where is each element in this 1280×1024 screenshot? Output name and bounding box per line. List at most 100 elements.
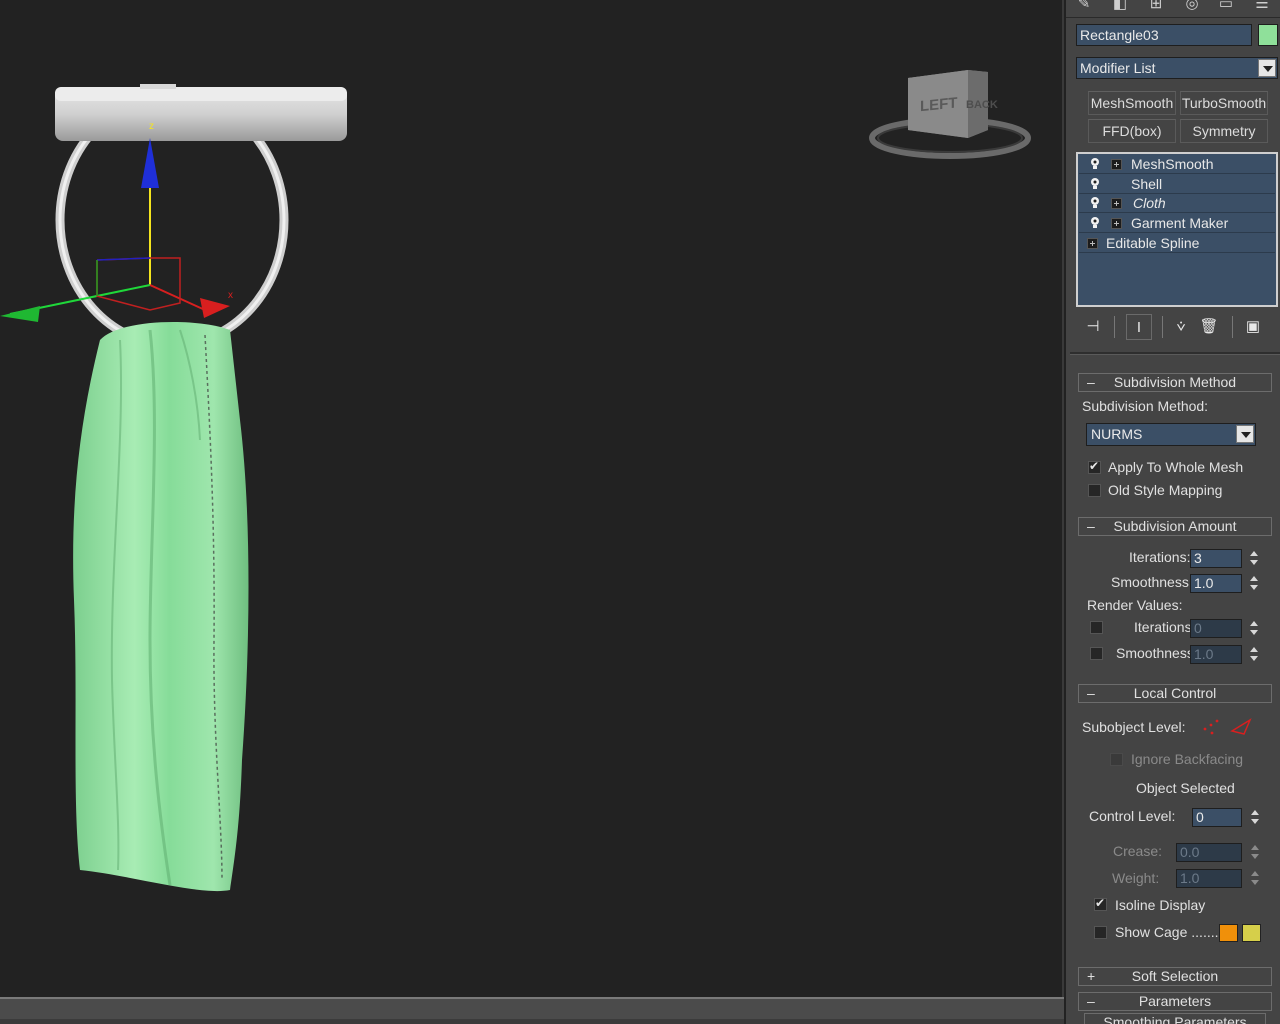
stack-item-shell[interactable]: Shell (1079, 175, 1275, 194)
viewcube-back-label: BACK (966, 99, 998, 111)
cage-selection-color-swatch[interactable] (1242, 924, 1261, 942)
stack-toolbar: ⊣ I ⩒ 🗑 ▣ (1076, 312, 1278, 342)
collapse-icon: – (1087, 374, 1095, 390)
display-tab-icon[interactable]: ▭ (1212, 0, 1240, 14)
subobject-level-label: Subobject Level: (1082, 719, 1186, 735)
viewport[interactable]: z x LEFT BACK (0, 0, 1064, 997)
rollout-subdivision-method[interactable]: – Subdivision Method (1078, 373, 1272, 392)
show-cage-checkbox[interactable] (1094, 926, 1107, 939)
collapse-icon: – (1087, 518, 1095, 534)
object-selected-status: Object Selected (1136, 780, 1235, 796)
stack-item-label: Shell (1131, 176, 1163, 192)
meshsmooth-button[interactable]: MeshSmooth (1088, 91, 1176, 115)
stack-item-label: Garment Maker (1131, 215, 1229, 231)
rollout-title: Subdivision Method (1113, 374, 1237, 390)
weight-spinner-icon[interactable] (1249, 869, 1261, 888)
dropdown-arrow-icon[interactable] (1258, 59, 1276, 77)
dropdown-arrow-icon[interactable] (1236, 425, 1254, 443)
expand-icon[interactable] (1111, 218, 1122, 229)
pin-stack-icon[interactable]: ⊣ (1080, 314, 1106, 340)
remove-modifier-icon[interactable]: 🗑 (1196, 314, 1222, 340)
crease-field[interactable]: 0.0 (1176, 843, 1242, 862)
ignore-backfacing-label: Ignore Backfacing (1131, 751, 1244, 767)
old-style-mapping-label: Old Style Mapping (1108, 482, 1223, 498)
render-iterations-spinner-icon[interactable] (1248, 619, 1260, 638)
viewport-scene: z x LEFT BACK (0, 70, 1031, 892)
isoline-display-checkbox[interactable] (1094, 896, 1107, 911)
control-level-spinner-icon[interactable] (1249, 808, 1261, 827)
configure-modifier-sets-icon[interactable]: ▣ (1240, 314, 1266, 340)
hierarchy-tab-icon[interactable]: ⊞ (1142, 0, 1170, 14)
rollout-title: Soft Selection (1131, 968, 1219, 984)
iterations-spinner-icon[interactable] (1248, 549, 1260, 568)
modifier-list-label: Modifier List (1080, 60, 1156, 76)
axis-z-label: z (149, 121, 154, 132)
iterations-field[interactable]: 3 (1190, 549, 1242, 568)
turbosmooth-button[interactable]: TurboSmooth (1180, 91, 1268, 115)
utilities-tab-icon[interactable]: ☰ (1248, 0, 1276, 14)
stack-item-garment-maker[interactable]: Garment Maker (1079, 214, 1275, 233)
subdivision-method-label: Subdivision Method: (1082, 398, 1209, 414)
rollout-title: Parameters (1138, 993, 1212, 1009)
axis-x-label: x (228, 290, 233, 301)
control-level-field[interactable]: 0 (1192, 808, 1242, 827)
rollout-soft-selection[interactable]: + Soft Selection (1078, 967, 1272, 986)
control-level-label: Control Level: (1089, 808, 1176, 824)
vertex-subobject-icon[interactable] (1202, 717, 1222, 737)
ignore-backfacing-checkbox[interactable] (1110, 753, 1123, 766)
modifier-list-dropdown[interactable]: Modifier List (1076, 57, 1278, 79)
collapse-icon: – (1087, 993, 1095, 1009)
rollout-local-control[interactable]: – Local Control (1078, 684, 1272, 703)
stack-item-cloth[interactable]: Cloth (1079, 194, 1275, 213)
transform-gizmo[interactable] (0, 138, 230, 322)
edge-subobject-icon[interactable] (1230, 717, 1252, 737)
expand-icon[interactable] (1087, 238, 1098, 249)
smoothness-spinner-icon[interactable] (1248, 574, 1260, 593)
viewcube[interactable] (869, 70, 1031, 159)
render-iterations-field[interactable]: 0 (1190, 619, 1242, 638)
stack-item-editable-spline[interactable]: Editable Spline (1079, 234, 1275, 253)
modify-tab-icon[interactable]: ◧ (1106, 0, 1134, 14)
timeline-bar[interactable] (0, 997, 1064, 1024)
rollout-subdivision-amount[interactable]: – Subdivision Amount (1078, 517, 1272, 536)
ffd-box-button[interactable]: FFD(box) (1088, 119, 1176, 143)
render-smoothness-field[interactable]: 1.0 (1190, 645, 1242, 664)
stack-item-meshsmooth[interactable]: MeshSmooth (1079, 155, 1275, 174)
symmetry-button[interactable]: Symmetry (1180, 119, 1268, 143)
lightbulb-icon[interactable] (1089, 196, 1101, 210)
lightbulb-icon[interactable] (1089, 157, 1101, 171)
iterations-label: Iterations: (1129, 549, 1191, 565)
expand-icon[interactable] (1111, 159, 1122, 170)
show-cage-label: Show Cage ....... (1115, 924, 1219, 940)
towel-mesh (73, 321, 249, 892)
rollout-smoothing-parameters[interactable]: Smoothing Parameters (1084, 1013, 1266, 1024)
object-color-swatch[interactable] (1258, 24, 1278, 46)
show-end-result-icon[interactable]: I (1126, 314, 1152, 340)
lightbulb-icon[interactable] (1089, 177, 1101, 191)
make-unique-icon[interactable]: ⩒ (1168, 314, 1194, 340)
subdivision-method-dropdown[interactable]: NURMS (1086, 423, 1256, 446)
collapse-icon: – (1087, 685, 1095, 701)
isoline-display-label: Isoline Display (1115, 897, 1206, 913)
apply-whole-mesh-label: Apply To Whole Mesh (1108, 459, 1244, 475)
render-smoothness-spinner-icon[interactable] (1248, 645, 1260, 664)
rollout-parameters[interactable]: – Parameters (1078, 992, 1272, 1011)
render-iterations-checkbox[interactable] (1090, 621, 1103, 634)
render-values-label: Render Values: (1087, 597, 1183, 613)
object-name-field[interactable]: Rectangle03 (1076, 24, 1252, 46)
old-style-mapping-checkbox[interactable] (1088, 484, 1101, 497)
render-smoothness-checkbox[interactable] (1090, 647, 1103, 660)
weight-field[interactable]: 1.0 (1176, 869, 1242, 888)
cage-color-swatch[interactable] (1219, 924, 1238, 942)
motion-tab-icon[interactable]: ◎ (1178, 0, 1206, 14)
crease-spinner-icon[interactable] (1249, 843, 1261, 862)
rollout-title: Local Control (1133, 685, 1217, 701)
create-tab-icon[interactable]: ✎ (1070, 0, 1098, 14)
render-smoothness-label: Smoothness: (1116, 645, 1198, 661)
smoothness-label: Smoothness: (1111, 574, 1193, 590)
smoothness-field[interactable]: 1.0 (1190, 574, 1242, 593)
modifier-stack[interactable]: MeshSmooth Shell Cloth Garment Maker Edi… (1076, 152, 1278, 307)
expand-icon[interactable] (1111, 198, 1122, 209)
lightbulb-icon[interactable] (1089, 216, 1101, 230)
apply-whole-mesh-checkbox[interactable] (1088, 459, 1101, 474)
